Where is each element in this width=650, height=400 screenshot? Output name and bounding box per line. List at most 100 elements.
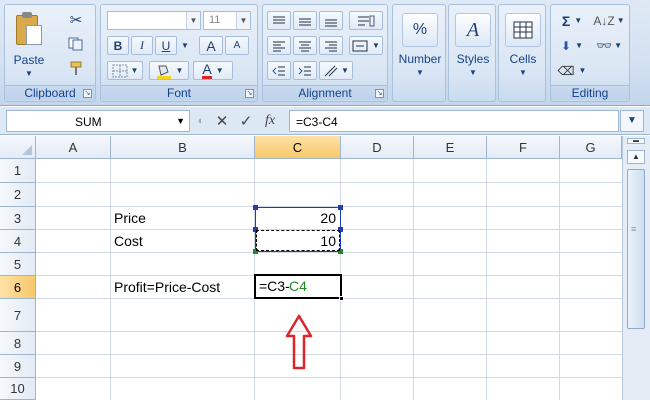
number-button[interactable]: % Number ▼ xyxy=(393,11,447,89)
copy-icon[interactable] xyxy=(65,35,87,53)
font-size-value: 11 xyxy=(209,14,221,26)
column-header-g[interactable]: G xyxy=(560,136,622,159)
middle-align-icon[interactable] xyxy=(293,11,317,30)
font-name-dropdown[interactable]: ▼ xyxy=(107,11,201,30)
paste-dropdown-icon[interactable]: ▼ xyxy=(25,69,33,78)
paste-button[interactable]: Paste ▼ xyxy=(9,11,49,89)
row-header-7[interactable]: 7 xyxy=(0,299,36,332)
alignment-group: ▼ ▼ Alignment ↘ xyxy=(262,4,388,102)
cell-b3[interactable]: Price xyxy=(114,210,146,226)
grip-icon: ◐ xyxy=(197,115,205,127)
underline-button[interactable]: U xyxy=(155,36,177,55)
format-painter-icon[interactable] xyxy=(65,59,87,77)
underline-dropdown-icon[interactable]: ▼ xyxy=(179,36,191,55)
row-header-3[interactable]: 3 xyxy=(0,207,36,230)
scroll-up-icon[interactable]: ▲ xyxy=(627,150,645,164)
fill-down-icon: ⬇ xyxy=(561,38,572,53)
expand-formula-bar-icon[interactable]: ▼ xyxy=(620,110,644,132)
align-left-icon[interactable] xyxy=(267,36,291,55)
column-header-a[interactable]: A xyxy=(36,136,111,159)
row-header-5[interactable]: 5 xyxy=(0,253,36,276)
alignment-group-label: Alignment xyxy=(263,85,387,100)
range-handle[interactable] xyxy=(338,205,343,210)
split-box-icon[interactable]: ▬ xyxy=(627,138,645,144)
number-label: Number xyxy=(398,52,442,66)
align-center-icon[interactable] xyxy=(293,36,317,55)
column-header-b[interactable]: B xyxy=(111,136,255,159)
cell-c6-formula-part1: =C3- xyxy=(259,278,290,294)
increase-indent-icon[interactable] xyxy=(293,61,317,80)
sort-filter-button[interactable]: A↓Z ▼ xyxy=(593,11,625,30)
shrink-font-button[interactable]: A xyxy=(225,36,249,55)
formula-text: =C3-C4 xyxy=(296,115,338,129)
fill-button[interactable]: ⬇ ▼ xyxy=(557,36,587,55)
cells-button[interactable]: Cells ▼ xyxy=(496,11,550,89)
range-handle[interactable] xyxy=(253,205,258,210)
clipboard-launcher-icon[interactable]: ↘ xyxy=(83,89,92,98)
styles-button[interactable]: A Styles ▼ xyxy=(446,11,500,89)
bottom-align-icon[interactable] xyxy=(319,11,343,30)
cell-b4[interactable]: Cost xyxy=(114,233,143,249)
scroll-thumb[interactable] xyxy=(627,169,645,329)
row-header-6[interactable]: 6 xyxy=(0,276,36,299)
row-header-8[interactable]: 8 xyxy=(0,332,36,355)
chevron-down-icon: ▼ xyxy=(236,12,250,29)
column-header-f[interactable]: F xyxy=(487,136,560,159)
italic-button[interactable]: I xyxy=(131,36,153,55)
column-header-e[interactable]: E xyxy=(414,136,487,159)
gridline xyxy=(559,159,560,400)
cells-dropdown-icon: ▼ xyxy=(519,68,527,77)
alignment-launcher-icon[interactable]: ↘ xyxy=(375,89,384,98)
column-header-c[interactable]: C xyxy=(255,136,341,159)
column-header-d[interactable]: D xyxy=(341,136,414,159)
select-all-button[interactable] xyxy=(0,136,36,159)
font-color-button[interactable]: A ▼ xyxy=(193,61,233,80)
row-header-9[interactable]: 9 xyxy=(0,355,36,378)
cells-group[interactable]: Cells ▼ xyxy=(498,4,546,102)
wrap-text-icon xyxy=(358,15,375,26)
row-header-2[interactable]: 2 xyxy=(0,183,36,207)
clear-button[interactable]: ⌫ ▼ xyxy=(557,61,587,80)
insert-function-icon[interactable]: fx xyxy=(258,113,282,129)
fill-bucket-icon xyxy=(156,65,171,79)
formula-input[interactable]: =C3-C4 xyxy=(289,110,619,132)
decrease-indent-icon[interactable] xyxy=(267,61,291,80)
grow-font-button[interactable]: A xyxy=(199,36,223,55)
align-right-icon[interactable] xyxy=(319,36,343,55)
cells-label: Cells xyxy=(509,52,537,66)
vertical-scrollbar[interactable]: ▬ ▲ ≡ xyxy=(622,136,650,400)
cancel-icon[interactable]: ✕ xyxy=(210,112,234,130)
row-header-10[interactable]: 10 xyxy=(0,378,36,400)
top-align-icon[interactable] xyxy=(267,11,291,30)
text-direction-icon[interactable]: ▼ xyxy=(319,61,353,80)
editing-group: Σ ▼ A↓Z ▼ ⬇ ▼ 👓 ▼ ⌫ ▼ Editing xyxy=(550,4,630,102)
number-group[interactable]: % Number ▼ xyxy=(392,4,446,102)
font-size-dropdown[interactable]: 11 ▼ xyxy=(203,11,251,30)
find-select-button[interactable]: 👓 ▼ xyxy=(593,36,625,55)
autosum-button[interactable]: Σ ▼ xyxy=(557,11,587,30)
active-cell-c6[interactable]: =C3- C4 xyxy=(254,274,344,301)
styles-group[interactable]: A Styles ▼ xyxy=(448,4,496,102)
bold-button[interactable]: B xyxy=(107,36,129,55)
row-header-4[interactable]: 4 xyxy=(0,230,36,253)
chevron-down-icon[interactable]: ▼ xyxy=(176,116,185,126)
name-box[interactable]: SUM ▼ xyxy=(6,110,190,132)
font-launcher-icon[interactable]: ↘ xyxy=(245,89,254,98)
clipboard-group: Paste ▼ ✂ Clipboard ↘ xyxy=(4,4,96,102)
gridline xyxy=(36,252,622,253)
chevron-down-icon: ▼ xyxy=(186,12,200,29)
fill-handle[interactable] xyxy=(339,296,344,301)
orientation-button[interactable] xyxy=(349,11,383,30)
borders-button[interactable]: ▼ xyxy=(107,61,143,80)
gridline xyxy=(110,159,111,400)
worksheet-grid[interactable]: A B C D E F G 1 2 3 4 5 6 7 8 9 10 Price… xyxy=(0,136,622,400)
gridline xyxy=(36,331,622,332)
enter-check-icon[interactable]: ✓ xyxy=(234,112,258,130)
fill-color-button[interactable]: ▼ xyxy=(149,61,189,80)
cell-b6[interactable]: Profit=Price-Cost xyxy=(114,279,220,295)
eraser-icon: ⌫ xyxy=(557,63,575,78)
cut-icon[interactable]: ✂ xyxy=(65,11,87,29)
merge-center-icon[interactable]: ▼ xyxy=(349,36,383,55)
row-header-1[interactable]: 1 xyxy=(0,159,36,183)
styles-label: Styles xyxy=(456,52,490,66)
